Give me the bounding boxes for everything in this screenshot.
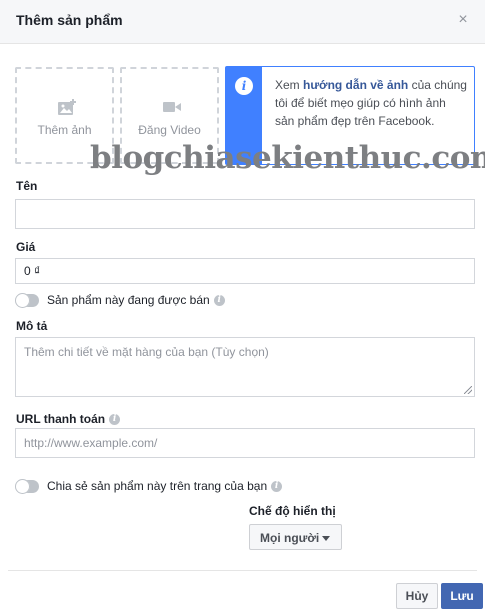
dialog-title: Thêm sản phẩm <box>16 12 123 28</box>
cancel-button[interactable]: Hủy <box>396 583 438 609</box>
help-icon[interactable]: i <box>213 295 225 307</box>
photo-add-icon <box>58 99 76 115</box>
share-toggle[interactable] <box>15 479 39 494</box>
price-label: Giá <box>16 240 36 254</box>
name-input[interactable] <box>15 199 475 229</box>
visibility-label: Chế độ hiển thị <box>249 504 336 518</box>
info-icon: i <box>235 77 253 95</box>
help-icon[interactable]: i <box>271 481 283 493</box>
checkout-url-placeholder: http://www.example.com/ <box>24 436 158 450</box>
footer-divider <box>8 570 477 571</box>
checkout-url-label-text: URL thanh toán <box>16 412 106 426</box>
save-button[interactable]: Lưu <box>441 583 483 609</box>
description-label: Mô tả <box>16 319 48 333</box>
chevron-down-icon <box>322 536 330 541</box>
resize-handle[interactable] <box>464 386 472 394</box>
dialog-header: Thêm sản phẩm × <box>0 0 485 44</box>
watermark: blogchiasekienthuc.com <box>90 140 485 176</box>
price-input[interactable]: 0 ₫ <box>15 258 475 284</box>
toggle-knob <box>15 293 30 308</box>
video-camera-icon <box>163 102 181 112</box>
visibility-value: Mọi người <box>260 531 320 545</box>
checkout-url-input[interactable]: http://www.example.com/ <box>15 428 475 458</box>
checkout-url-label: URL thanh toán i <box>16 412 121 426</box>
description-placeholder: Thêm chi tiết về mặt hàng của bạn (Tùy c… <box>24 345 269 359</box>
photo-guide-link[interactable]: hướng dẫn về ảnh <box>303 78 408 92</box>
for-sale-toggle[interactable] <box>15 293 39 308</box>
for-sale-text: Sản phẩm này đang được bán i <box>47 293 225 307</box>
description-textarea[interactable]: Thêm chi tiết về mặt hàng của bạn (Tùy c… <box>15 337 475 397</box>
add-video-label: Đăng Video <box>138 123 201 137</box>
for-sale-label: Sản phẩm này đang được bán <box>47 293 210 307</box>
share-text: Chia sẻ sản phẩm này trên trang của bạn i <box>47 479 283 493</box>
add-photo-label: Thêm ảnh <box>37 123 92 137</box>
name-label: Tên <box>16 179 38 193</box>
notice-text-before: Xem <box>275 78 304 92</box>
close-icon[interactable]: × <box>455 12 471 28</box>
share-label: Chia sẻ sản phẩm này trên trang của bạn <box>47 479 268 493</box>
visibility-dropdown[interactable]: Mọi người <box>249 524 342 550</box>
notice-text: Xem hướng dẫn về ảnh của chúng tôi để bi… <box>275 76 467 130</box>
toggle-knob <box>15 479 30 494</box>
help-icon[interactable]: i <box>109 414 121 426</box>
